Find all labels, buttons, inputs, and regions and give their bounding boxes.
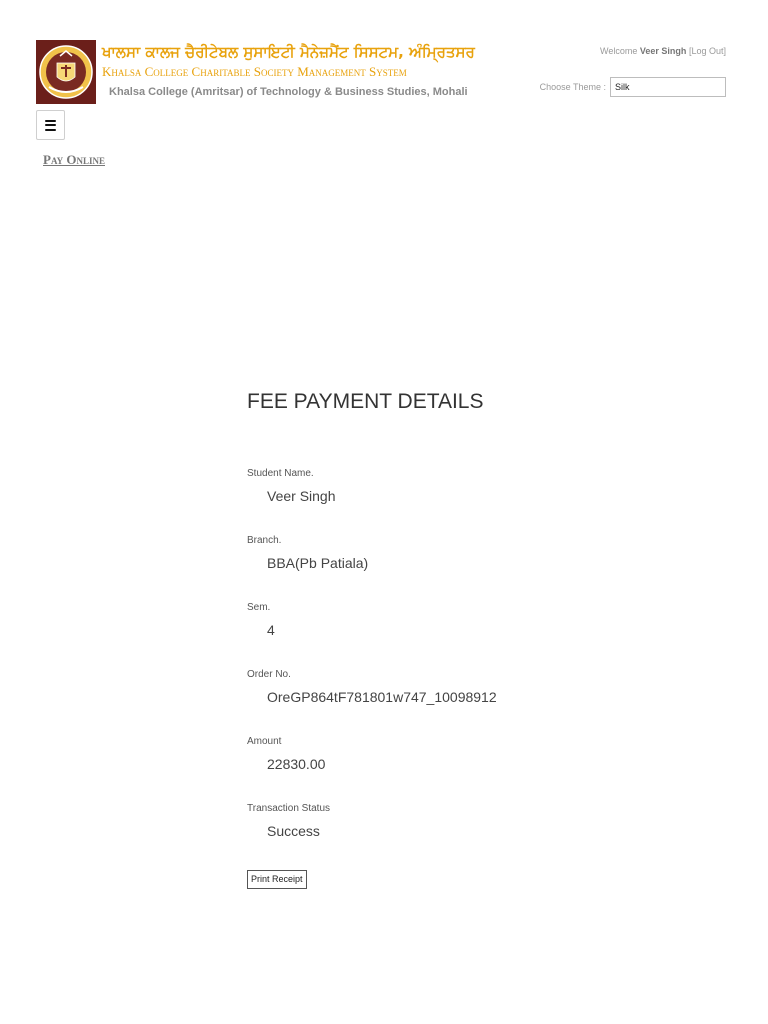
- theme-label: Choose Theme :: [539, 82, 606, 92]
- field-value: 22830.00: [267, 756, 326, 772]
- field-label: Amount: [247, 736, 282, 747]
- field-value: Veer Singh: [267, 488, 336, 504]
- user-name: Veer Singh: [639, 46, 687, 56]
- field-value: BBA(Pb Patiala): [267, 555, 369, 571]
- college-crest-icon: [36, 40, 96, 104]
- field-semester: Sem. 4: [247, 602, 275, 639]
- field-branch: Branch. BBA(Pb Patiala): [247, 535, 368, 572]
- field-label: Student Name.: [247, 468, 314, 479]
- fee-payment-details: FEE PAYMENT DETAILS Student Name. Veer S…: [247, 388, 727, 889]
- theme-chooser: Choose Theme : Silk: [540, 77, 726, 97]
- field-amount: Amount 22830.00: [247, 736, 325, 773]
- logout-link[interactable]: Log Out: [691, 46, 723, 56]
- welcome-label: Welcome: [600, 46, 638, 56]
- college-name: Khalsa College (Amritsar) of Technology …: [109, 86, 468, 98]
- field-label: Branch.: [247, 535, 282, 546]
- print-receipt-button[interactable]: Print Receipt: [247, 870, 307, 889]
- hamburger-menu-icon: [45, 119, 56, 131]
- hamburger-menu-button[interactable]: [36, 110, 65, 140]
- site-title-english: Khalsa College Charitable Society Manage…: [102, 64, 407, 79]
- field-label: Order No.: [247, 669, 291, 680]
- field-student-name: Student Name. Veer Singh: [247, 468, 336, 505]
- field-value: 4: [267, 622, 275, 638]
- page-title: FEE PAYMENT DETAILS: [247, 390, 484, 413]
- theme-select[interactable]: Silk: [610, 77, 726, 97]
- site-title-punjabi: ਖਾਲਸਾ ਕਾਲਜ ਚੈਰੀਟੇਬਲ ਸੁਸਾਇਟੀ ਮੈਨੇਜ਼ਮੈਂਟ ਸ…: [102, 43, 475, 61]
- field-label: Transaction Status: [247, 803, 331, 814]
- welcome-bar: Welcome Veer Singh [Log Out]: [600, 46, 726, 56]
- field-value: OreGP864tF781801w747_10098912: [267, 689, 497, 705]
- site-header: ਖਾਲਸਾ ਕਾਲਜ ਚੈਰੀਟੇਬਲ ਸੁਸਾਇਟੀ ਮੈਨੇਜ਼ਮੈਂਟ ਸ…: [36, 40, 726, 106]
- pay-online-link[interactable]: Pay Online: [43, 152, 105, 168]
- field-label: Sem.: [247, 602, 271, 613]
- field-transaction-status: Transaction Status Success: [247, 803, 330, 840]
- site-title-block: ਖਾਲਸਾ ਕਾਲਜ ਚੈਰੀਟੇਬਲ ਸੁਸਾਇਟੀ ਮੈਨੇਜ਼ਮੈਂਟ ਸ…: [102, 42, 475, 99]
- field-value: Success: [267, 823, 320, 839]
- field-order-number: Order No. OreGP864tF781801w747_10098912: [247, 669, 497, 706]
- logout-bracket-close: ]: [723, 46, 726, 56]
